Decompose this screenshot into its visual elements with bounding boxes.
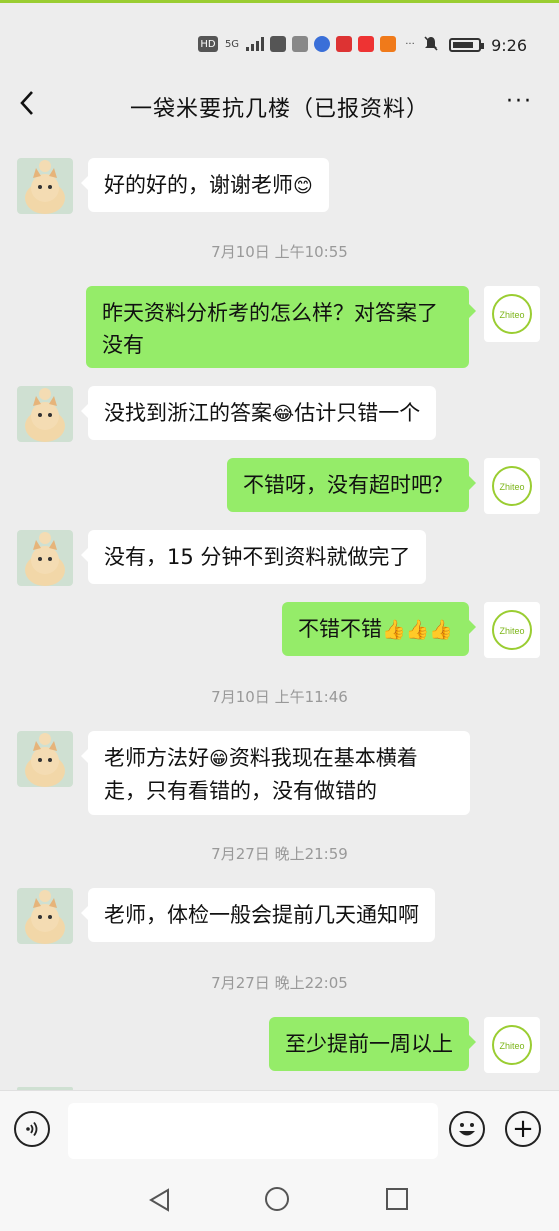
- message-text: 没有，15 分钟不到资料就做完了: [104, 545, 411, 569]
- battery-icon: [449, 38, 485, 52]
- avatar[interactable]: Zhiteo: [484, 286, 540, 342]
- received-message[interactable]: 老师，体检一般会提前几天通知啊: [81, 888, 435, 942]
- cat-avatar-image: [17, 888, 73, 944]
- app-notification-icon: [358, 36, 374, 52]
- svg-text:Zhiteo: Zhiteo: [499, 310, 524, 320]
- voice-button[interactable]: [14, 1111, 50, 1147]
- app-notification-icon: [380, 36, 396, 52]
- avatar[interactable]: [17, 158, 73, 214]
- nav-back-button[interactable]: [148, 1188, 172, 1216]
- avatar[interactable]: [17, 530, 73, 586]
- received-message[interactable]: 没找到浙江的答案😂估计只错一个: [80, 386, 437, 440]
- teacher-logo-icon: Zhiteo: [492, 610, 532, 650]
- sent-message[interactable]: 昨天资料分析考的怎么样？对答案了没有: [86, 286, 476, 368]
- svg-text:Zhiteo: Zhiteo: [499, 626, 524, 636]
- cat-avatar-image: [17, 158, 73, 214]
- message-text: 昨天资料分析考的怎么样？对答案了没有: [102, 301, 438, 357]
- more-options-button[interactable]: ···: [506, 89, 533, 114]
- received-message[interactable]: 好的好的，谢谢老师😊: [81, 158, 329, 212]
- hd-indicator: HD: [198, 36, 218, 52]
- chat-title: 一袋米要抗几楼（已报资料）: [129, 97, 429, 122]
- message-text: 不错不错: [298, 617, 383, 641]
- svg-text:Zhiteo: Zhiteo: [499, 482, 524, 492]
- teacher-logo-icon: Zhiteo: [492, 294, 532, 334]
- message-timestamp: 7月10日 上午11:46: [211, 688, 348, 706]
- app-notification-icon: [270, 36, 286, 52]
- app-notification-icon: [336, 36, 352, 52]
- status-right: 9:26: [423, 35, 527, 55]
- avatar[interactable]: [17, 731, 73, 787]
- chat-header: 一袋米要抗几楼（已报资料） ···: [0, 85, 559, 135]
- signal-5g-indicator: 5G: [224, 38, 240, 50]
- sent-message[interactable]: 不错呀，没有超时吧？: [227, 458, 476, 512]
- more-notifications-icon: ···: [405, 38, 415, 50]
- message-timestamp: 7月27日 晚上22:05: [211, 974, 348, 992]
- sent-message[interactable]: 至少提前一周以上: [269, 1017, 476, 1071]
- app-notification-icon: [292, 36, 308, 52]
- received-message[interactable]: 老师方法好😁资料我现在基本横着走，只有看错的，没有做错的: [81, 731, 470, 815]
- avatar[interactable]: [17, 386, 73, 442]
- triangle-back-icon: [149, 1188, 169, 1212]
- grin-emoji-icon: 😁: [209, 748, 229, 770]
- avatar[interactable]: Zhiteo: [484, 1017, 540, 1073]
- app-notification-icon: [314, 36, 330, 52]
- cat-avatar-image: [17, 386, 73, 442]
- message-text: 不错呀，没有超时吧？: [243, 473, 453, 497]
- message-text: 好的好的，谢谢老师: [104, 173, 293, 197]
- voice-icon: [26, 1121, 38, 1137]
- status-indicators: HD 5G ···: [198, 36, 418, 52]
- cat-avatar-image: [17, 530, 73, 586]
- teacher-logo-icon: Zhiteo: [492, 466, 532, 506]
- smile-emoji-icon: 😊: [293, 175, 313, 197]
- avatar[interactable]: Zhiteo: [484, 602, 540, 658]
- message-timestamp: 7月27日 晚上21:59: [211, 845, 348, 863]
- clock: 9:26: [491, 35, 527, 55]
- emoji-icon: [459, 1123, 475, 1136]
- teacher-logo-icon: Zhiteo: [492, 1025, 532, 1065]
- message-input[interactable]: [68, 1103, 438, 1159]
- emoji-button[interactable]: [449, 1111, 485, 1147]
- signal-bars-icon: [246, 36, 264, 52]
- message-text: 老师，体检一般会提前几天通知啊: [104, 903, 419, 927]
- message-timestamp: 7月10日 上午10:55: [211, 243, 348, 261]
- nav-home-button[interactable]: [265, 1187, 289, 1211]
- nav-recents-button[interactable]: [386, 1188, 408, 1210]
- message-text: 至少提前一周以上: [285, 1032, 453, 1056]
- message-text: 没找到浙江的答案: [104, 401, 272, 425]
- thumbs-up-emoji-icon: 👍👍👍: [382, 619, 453, 641]
- mute-bell-icon: [423, 35, 439, 55]
- message-text: 估计只错一个: [294, 401, 421, 425]
- system-navigation-bar: [0, 1170, 559, 1231]
- input-bar: +: [0, 1090, 559, 1171]
- sent-message[interactable]: 不错不错👍👍👍: [282, 602, 476, 656]
- message-list[interactable]: 好的好的，谢谢老师😊 7月10日 上午10:55 Zhiteo 昨天资料分析考的…: [0, 135, 559, 1090]
- avatar[interactable]: [17, 888, 73, 944]
- message-text: 老师方法好: [104, 746, 209, 770]
- laughing-emoji-icon: 😂: [272, 403, 295, 425]
- more-functions-button[interactable]: +: [505, 1111, 541, 1147]
- avatar[interactable]: Zhiteo: [484, 458, 540, 514]
- status-bar: HD 5G ··· 9:26: [0, 3, 559, 85]
- cat-avatar-image: [17, 731, 73, 787]
- svg-text:Zhiteo: Zhiteo: [499, 1041, 524, 1051]
- received-message[interactable]: 没有，15 分钟不到资料就做完了: [80, 530, 427, 584]
